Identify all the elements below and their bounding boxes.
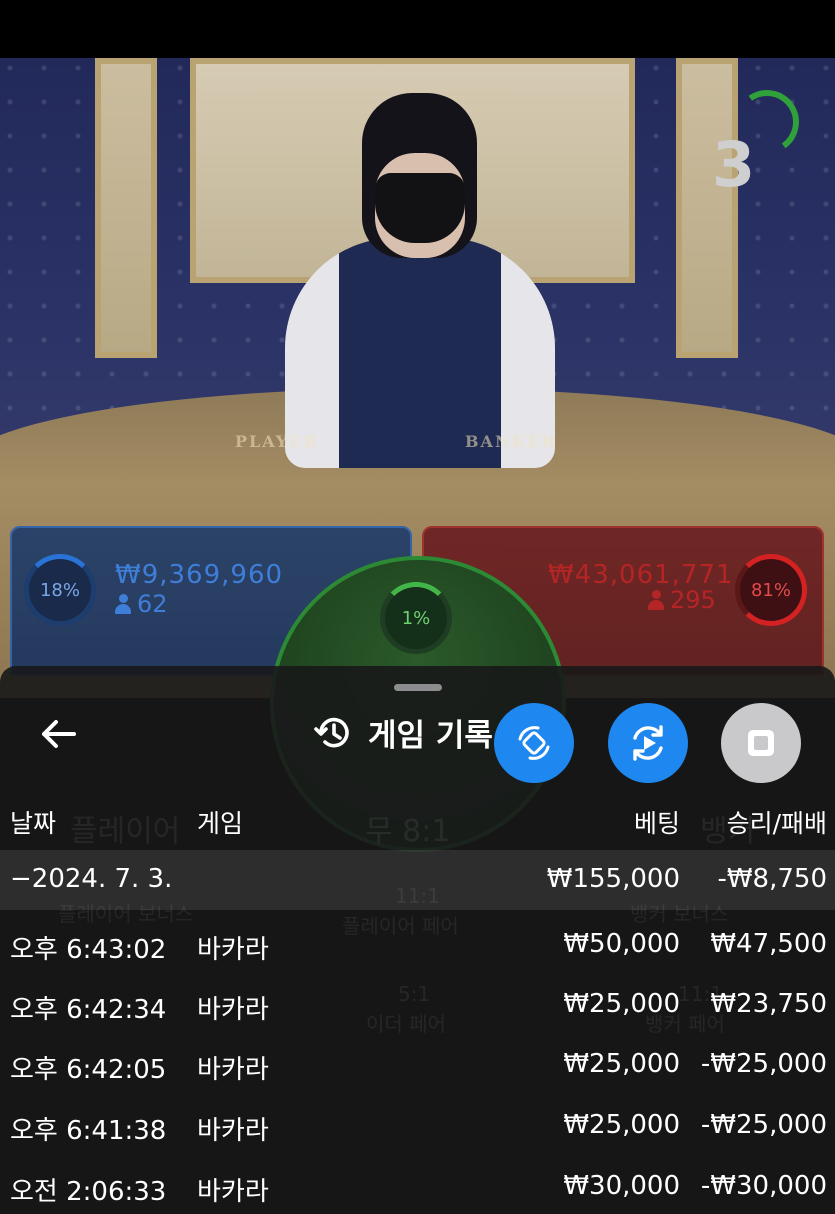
column-header-game: 게임: [197, 809, 244, 838]
row-game: 바카라: [197, 1177, 269, 1207]
row-game: 바카라: [197, 995, 269, 1025]
countdown-timer: 3: [712, 128, 756, 201]
row-bet: ₩25,000: [563, 989, 680, 1019]
rotate-screen-button[interactable]: [494, 703, 574, 783]
decor-pillar-left: [95, 58, 157, 358]
tie-percent-ring: 1%: [380, 582, 452, 654]
row-time: 오후 6:43:02: [10, 935, 167, 965]
row-time: 오후 6:42:05: [10, 1055, 167, 1085]
table-label-player: PLAYER: [235, 432, 319, 451]
history-clock-icon: [314, 717, 349, 747]
date-group-label: −2024. 7. 3.: [10, 864, 173, 894]
table-row[interactable]: 오후 6:42:05 바카라 ₩25,000 -₩25,000: [0, 1035, 835, 1095]
replay-play-icon: [633, 725, 663, 761]
dealer-mask: [375, 173, 465, 243]
row-result: -₩30,000: [700, 1171, 827, 1201]
stop-icon: [748, 730, 774, 756]
tie-percent: 1%: [401, 607, 431, 629]
banker-count-value: 295: [670, 586, 716, 614]
stop-button[interactable]: [721, 703, 801, 783]
player-total-amount: ₩9,369,960: [115, 560, 284, 590]
row-result: -₩25,000: [700, 1049, 827, 1079]
table-row[interactable]: 오후 6:42:34 바카라 ₩25,000 ₩23,750: [0, 975, 835, 1035]
table-row[interactable]: 오후 6:43:02 바카라 ₩50,000 ₩47,500: [0, 915, 835, 975]
player-count: 62: [115, 590, 168, 618]
arrow-left-icon: [42, 720, 76, 748]
back-button[interactable]: [36, 712, 80, 756]
row-bet: ₩30,000: [563, 1171, 680, 1201]
row-time: 오후 6:42:34: [10, 995, 167, 1025]
date-group-row[interactable]: −2024. 7. 3. ₩155,000 -₩8,750: [0, 850, 835, 910]
history-header: 게임 기록: [312, 710, 493, 755]
bg-label-tie: 무 8:1: [365, 814, 451, 849]
row-bet: ₩25,000: [563, 1049, 680, 1079]
table-row[interactable]: 오후 6:41:38 바카라 ₩25,000 -₩25,000: [0, 1096, 835, 1156]
row-result: ₩23,750: [710, 989, 827, 1019]
row-bet: ₩25,000: [563, 1110, 680, 1140]
column-header-result: 승리/패배: [726, 809, 827, 838]
row-game: 바카라: [197, 935, 269, 965]
status-bar: [0, 0, 835, 58]
person-icon: [648, 590, 664, 610]
row-result: -₩25,000: [700, 1110, 827, 1140]
person-icon: [115, 594, 131, 614]
table-row[interactable]: 오전 2:06:33 바카라 ₩30,000 -₩30,000: [0, 1157, 835, 1214]
banker-percent: 81%: [750, 579, 791, 601]
banker-percent-ring: 81%: [735, 554, 807, 626]
player-percent: 18%: [39, 579, 80, 601]
player-count-value: 62: [137, 590, 168, 618]
date-group-bet-total: ₩155,000: [546, 864, 680, 894]
date-group-result-total: -₩8,750: [717, 864, 827, 894]
sheet-drag-handle[interactable]: [394, 684, 442, 691]
rotate-screen-icon: [518, 726, 550, 760]
row-time: 오후 6:41:38: [10, 1116, 167, 1146]
column-header-date: 날짜: [10, 809, 57, 838]
banker-count: 295: [648, 586, 716, 614]
row-game: 바카라: [197, 1116, 269, 1146]
row-time: 오전 2:06:33: [10, 1177, 167, 1207]
player-percent-ring: 18%: [24, 554, 96, 626]
decor-pillar-right: [676, 58, 738, 358]
column-header-bet: 베팅: [633, 809, 680, 838]
replay-button[interactable]: [608, 703, 688, 783]
row-bet: ₩50,000: [563, 929, 680, 959]
table-label-banker: BANKER: [465, 432, 557, 451]
row-result: ₩47,500: [710, 929, 827, 959]
page-title: 게임 기록: [368, 718, 493, 754]
bg-label-player: 플레이어: [70, 814, 181, 849]
row-game: 바카라: [197, 1055, 269, 1085]
